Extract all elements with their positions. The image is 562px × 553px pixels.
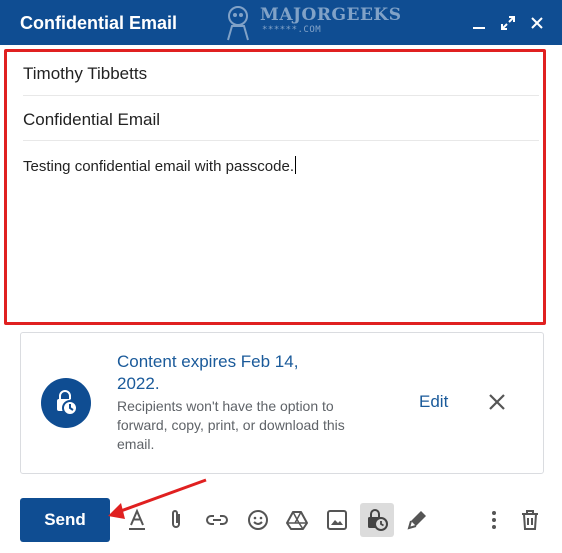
send-button[interactable]: Send	[20, 498, 110, 542]
edit-confidential-link[interactable]: Edit	[419, 392, 448, 412]
compose-fields-highlight: Timothy Tibbetts Confidential Email Test…	[4, 49, 546, 325]
close-icon	[489, 394, 505, 410]
recipient-field[interactable]: Timothy Tibbetts	[23, 64, 537, 84]
attach-icon	[172, 510, 180, 528]
watermark-mascot-icon	[227, 6, 249, 41]
link-icon	[206, 515, 228, 525]
text-cursor	[294, 156, 296, 174]
recipient-divider	[23, 95, 539, 96]
majorgeeks-watermark: MAJORGEEKS ******.COM	[218, 3, 401, 41]
expand-icon	[501, 16, 515, 30]
photo-icon	[327, 510, 347, 530]
watermark-brand: MAJORGEEKS	[260, 5, 402, 25]
confidential-mode-card: Content expires Feb 14, 2022. Recipients…	[20, 332, 544, 474]
formatting-options-button[interactable]	[122, 505, 152, 535]
insert-emoji-button[interactable]	[243, 505, 273, 535]
watermark-sub: ******.COM	[262, 25, 322, 35]
close-button[interactable]	[526, 12, 548, 34]
more-options-icon	[492, 511, 496, 529]
drive-icon	[286, 511, 308, 530]
remove-confidential-button[interactable]	[485, 390, 509, 414]
attach-files-button[interactable]	[161, 505, 191, 535]
discard-draft-button[interactable]	[515, 505, 545, 535]
message-body-field[interactable]: Testing confidential email with passcode…	[23, 156, 296, 175]
confidential-mode-button[interactable]	[360, 503, 394, 537]
signature-icon	[407, 511, 426, 530]
formatting-icon	[129, 508, 145, 530]
compose-title: Confidential Email	[20, 13, 178, 33]
expand-button[interactable]	[497, 12, 519, 34]
insert-signature-button[interactable]	[402, 505, 432, 535]
confidential-description: Recipients won't have the option to forw…	[117, 398, 345, 452]
emoji-icon	[248, 510, 268, 530]
minimize-icon	[473, 27, 485, 29]
compose-header: Confidential Email MAJORGEEKS ******.COM	[0, 0, 562, 45]
close-icon	[531, 17, 543, 29]
discard-icon	[522, 510, 538, 530]
message-body-text: Testing confidential email with passcode…	[23, 158, 294, 175]
insert-drive-button[interactable]	[282, 505, 312, 535]
insert-link-button[interactable]	[202, 505, 232, 535]
expiry-headline: Content expires Feb 14, 2022.	[117, 352, 299, 393]
confidential-badge	[41, 378, 91, 428]
insert-photo-button[interactable]	[322, 505, 352, 535]
lock-clock-icon	[57, 390, 78, 416]
compose-window: Confidential Email MAJORGEEKS ******.COM	[0, 0, 562, 553]
subject-field[interactable]: Confidential Email	[23, 110, 537, 130]
minimize-button[interactable]	[468, 12, 490, 34]
more-options-button[interactable]	[479, 505, 509, 535]
confidential-mode-icon	[368, 509, 388, 531]
subject-divider	[23, 140, 539, 141]
